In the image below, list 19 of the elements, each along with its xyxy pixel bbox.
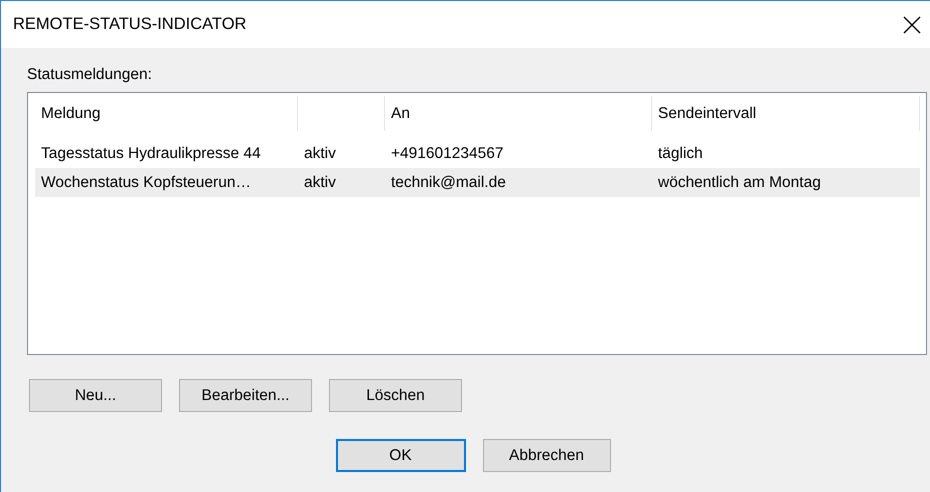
close-icon[interactable]	[902, 14, 922, 34]
table-cell-text: +491601234567	[390, 144, 504, 164]
table-cell-text: aktiv	[303, 144, 337, 164]
action-button[interactable]: Löschen	[329, 379, 462, 412]
action-button[interactable]: Neu...	[29, 379, 162, 412]
table-cell[interactable]: Tagesstatus Hydraulikpresse 44	[35, 139, 298, 168]
window-title: REMOTE-STATUS-INDICATOR	[13, 15, 246, 34]
column-header[interactable]: Sendeintervall	[652, 96, 920, 131]
column-header[interactable]: Meldung	[35, 96, 298, 131]
action-button[interactable]: Bearbeiten...	[179, 379, 312, 412]
table-cell: aktiv	[298, 168, 385, 197]
dialog-button[interactable]: Abbrechen	[482, 439, 610, 472]
dialog-button[interactable]: OK	[336, 439, 466, 472]
column-header[interactable]: An	[385, 96, 652, 131]
table-cell[interactable]: Wochenstatus Kopfsteuerun…	[35, 168, 298, 197]
list-label: Statusmeldungen:	[27, 66, 153, 84]
table-cell: technik@mail.de	[385, 168, 652, 197]
table-cell: wöchentlich am Montag	[652, 168, 920, 197]
table-cell-text: täglich	[657, 144, 704, 164]
